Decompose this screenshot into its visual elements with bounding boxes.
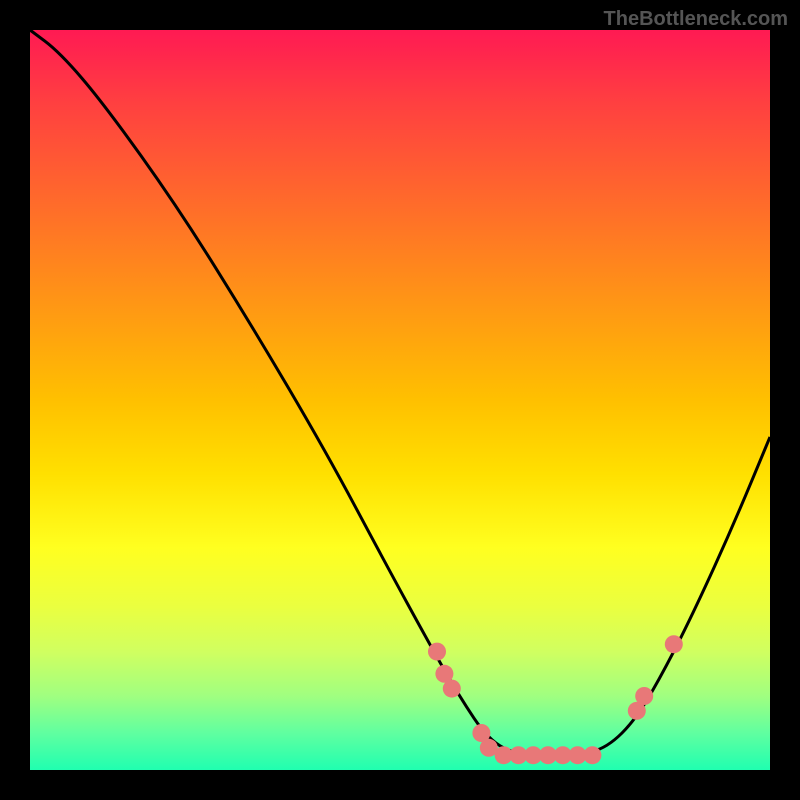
data-points-group — [428, 635, 683, 764]
chart-container — [30, 30, 770, 770]
data-point — [665, 635, 683, 653]
data-point — [443, 680, 461, 698]
data-point — [583, 746, 601, 764]
data-point — [635, 687, 653, 705]
bottleneck-curve — [30, 30, 770, 755]
chart-svg — [30, 30, 770, 770]
data-point — [428, 643, 446, 661]
watermark-text: TheBottleneck.com — [604, 8, 788, 31]
